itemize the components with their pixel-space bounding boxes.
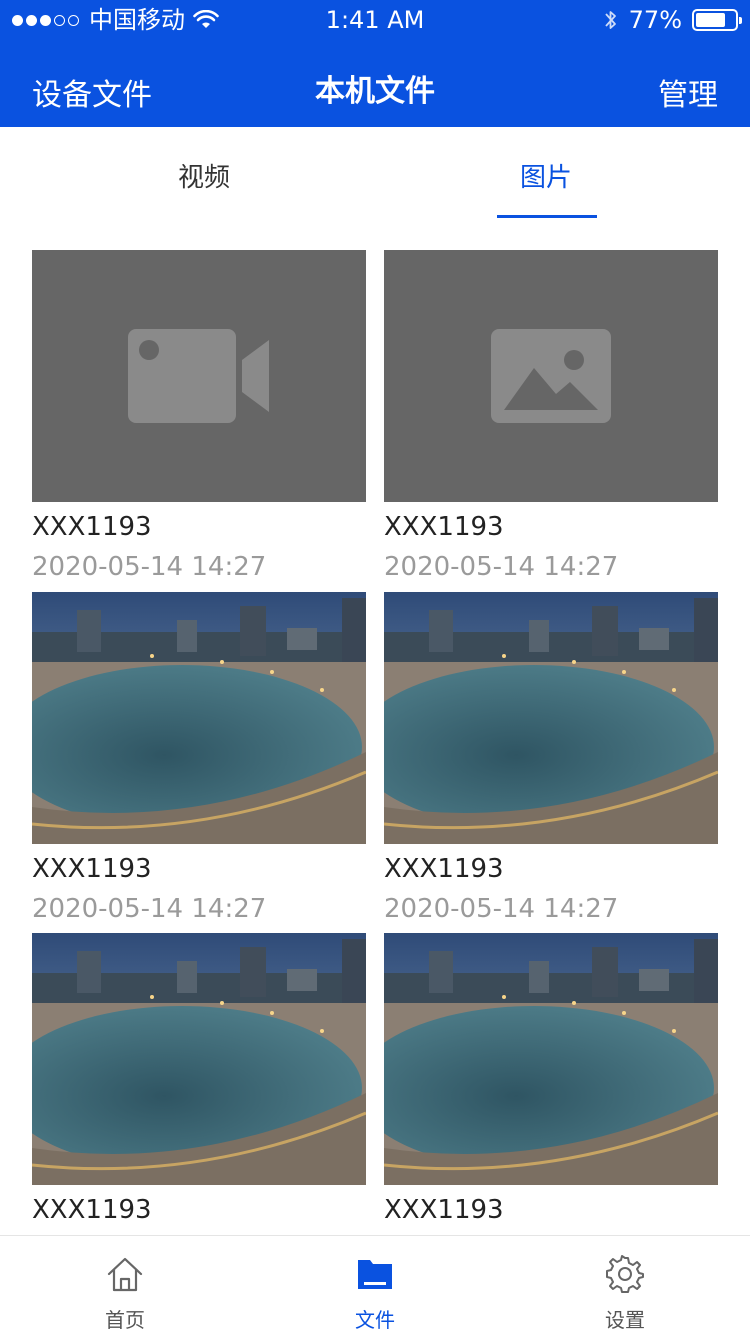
file-card[interactable]: XXX1193 2020-05-14 14:27 bbox=[32, 592, 366, 924]
header: 中国移动 1:41 AM 77% 设备文件 本机文件 管理 bbox=[0, 0, 750, 127]
file-time: 2020-05-14 14:27 bbox=[384, 894, 619, 924]
file-name: XXX1193 bbox=[384, 1195, 504, 1225]
image-thumbnail[interactable] bbox=[384, 933, 718, 1185]
tab-video[interactable]: 视频 bbox=[104, 157, 304, 194]
file-time: 2020-05-14 14:27 bbox=[384, 552, 619, 582]
city-lake-photo bbox=[32, 592, 366, 844]
city-lake-photo bbox=[384, 592, 718, 844]
image-thumbnail[interactable] bbox=[384, 250, 718, 502]
image-thumbnail[interactable] bbox=[32, 933, 366, 1185]
file-name: XXX1193 bbox=[384, 854, 504, 884]
folder-icon bbox=[358, 1260, 392, 1289]
manage-button[interactable]: 管理 bbox=[658, 70, 718, 114]
file-name: XXX1193 bbox=[32, 1195, 152, 1225]
file-card[interactable]: XXX1193 bbox=[384, 933, 718, 1225]
bluetooth-icon bbox=[604, 11, 616, 29]
status-bar: 中国移动 1:41 AM 77% bbox=[0, 0, 750, 40]
file-name: XXX1193 bbox=[384, 512, 504, 542]
file-name: XXX1193 bbox=[32, 854, 152, 884]
city-lake-photo bbox=[32, 933, 366, 1185]
image-thumbnail[interactable] bbox=[384, 592, 718, 844]
image-thumbnail[interactable] bbox=[32, 592, 366, 844]
file-card[interactable]: XXX1193 2020-05-14 14:27 bbox=[384, 592, 718, 924]
file-card[interactable]: XXX1193 bbox=[32, 933, 366, 1225]
battery-tip bbox=[739, 17, 742, 24]
home-icon bbox=[107, 1257, 143, 1292]
battery-icon bbox=[692, 9, 742, 31]
file-time: 2020-05-14 14:27 bbox=[32, 552, 267, 582]
file-name: XXX1193 bbox=[32, 512, 152, 542]
battery-percentage: 77% bbox=[628, 6, 682, 34]
tabbar-item-home[interactable]: 首页 bbox=[0, 1236, 250, 1334]
bottom-tab-bar: 首页 文件 设置 bbox=[0, 1235, 750, 1334]
video-thumbnail[interactable] bbox=[32, 250, 366, 502]
tabbar-label: 文件 bbox=[355, 1308, 395, 1332]
media-tabs: 视频 图片 bbox=[0, 127, 750, 219]
file-card[interactable]: XXX1193 2020-05-14 14:27 bbox=[384, 250, 718, 582]
tabbar-item-settings[interactable]: 设置 bbox=[500, 1236, 750, 1334]
gear-icon bbox=[606, 1255, 644, 1293]
tabbar-label: 设置 bbox=[605, 1308, 645, 1332]
page-title: 本机文件 bbox=[315, 74, 435, 109]
file-card[interactable]: XXX1193 2020-05-14 14:27 bbox=[32, 250, 366, 582]
status-right: 77% bbox=[603, 6, 742, 34]
city-lake-photo bbox=[384, 933, 718, 1185]
image-placeholder-icon bbox=[491, 329, 611, 423]
battery-level bbox=[696, 13, 726, 27]
video-placeholder-icon bbox=[128, 329, 269, 423]
file-grid: XXX1193 2020-05-14 14:27 XXX1193 2020-05… bbox=[0, 250, 750, 1235]
tabbar-label: 首页 bbox=[105, 1308, 145, 1332]
file-time: 2020-05-14 14:27 bbox=[32, 894, 267, 924]
tabbar-item-files[interactable]: 文件 bbox=[250, 1236, 500, 1334]
active-tab-indicator bbox=[497, 215, 597, 218]
tab-images[interactable]: 图片 bbox=[446, 157, 646, 194]
